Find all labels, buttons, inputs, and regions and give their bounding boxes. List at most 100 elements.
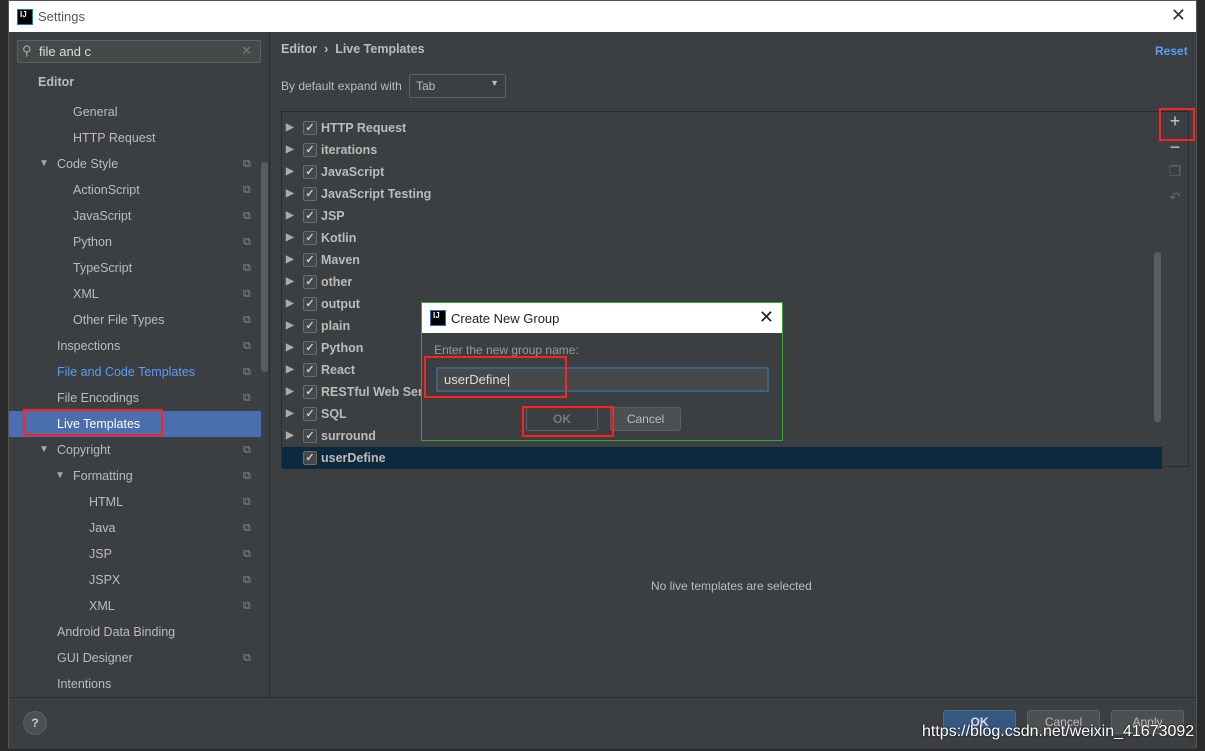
expand-arrow-icon[interactable]: ▼ bbox=[55, 463, 65, 489]
sidebar-item[interactable]: ▼ Code Style ⧉ bbox=[9, 151, 261, 177]
templates-scrollbar[interactable] bbox=[1154, 252, 1161, 422]
template-group-row[interactable]: ▶ ✓ JSP bbox=[282, 205, 1162, 227]
sidebar-item[interactable]: ▼ Formatting ⧉ bbox=[9, 463, 261, 489]
sidebar-item-label: Code Style bbox=[57, 157, 119, 171]
group-checkbox[interactable]: ✓ bbox=[303, 429, 317, 443]
search-input[interactable]: ⚲ file and c ✕ bbox=[17, 40, 261, 63]
group-checkbox[interactable]: ✓ bbox=[303, 143, 317, 157]
project-copy-icon: ⧉ bbox=[243, 522, 251, 534]
template-group-label: plain bbox=[321, 319, 351, 333]
sidebar-item[interactable]: Intentions bbox=[9, 671, 261, 697]
group-checkbox[interactable]: ✓ bbox=[303, 451, 317, 465]
group-checkbox[interactable]: ✓ bbox=[303, 319, 317, 333]
copy-icon[interactable]: ❐ bbox=[1161, 163, 1189, 189]
sidebar-item[interactable]: ▼ Copyright ⧉ bbox=[9, 437, 261, 463]
template-group-row[interactable]: ▶ ✓ other bbox=[282, 271, 1162, 293]
sidebar-item[interactable]: XML ⧉ bbox=[9, 593, 261, 619]
sidebar-item-label: Android Data Binding bbox=[57, 625, 176, 639]
expand-arrow-icon[interactable]: ▶ bbox=[286, 227, 294, 249]
template-group-row[interactable]: ▶ ✓ HTTP Request bbox=[282, 117, 1162, 139]
sidebar-item[interactable]: File Encodings ⧉ bbox=[9, 385, 261, 411]
dialog-ok-button[interactable]: OK bbox=[526, 407, 598, 431]
group-checkbox[interactable]: ✓ bbox=[303, 165, 317, 179]
breadcrumb-parent[interactable]: Editor bbox=[281, 42, 317, 56]
template-group-label: surround bbox=[321, 429, 376, 443]
expand-arrow-icon[interactable]: ▼ bbox=[39, 151, 49, 177]
group-checkbox[interactable]: ✓ bbox=[303, 407, 317, 421]
project-copy-icon: ⧉ bbox=[243, 548, 251, 560]
sidebar-item[interactable]: Other File Types ⧉ bbox=[9, 307, 261, 333]
group-checkbox[interactable]: ✓ bbox=[303, 341, 317, 355]
expand-arrow-icon[interactable]: ▶ bbox=[286, 271, 294, 293]
expand-arrow-icon[interactable]: ▶ bbox=[286, 425, 294, 447]
project-copy-icon: ⧉ bbox=[243, 314, 251, 326]
sidebar-item[interactable]: HTML ⧉ bbox=[9, 489, 261, 515]
sidebar-item[interactable]: ActionScript ⧉ bbox=[9, 177, 261, 203]
sidebar-item[interactable]: File and Code Templates ⧉ bbox=[9, 359, 261, 385]
expand-arrow-icon[interactable]: ▶ bbox=[286, 293, 294, 315]
group-checkbox[interactable]: ✓ bbox=[303, 121, 317, 135]
group-name-input[interactable]: userDefine| bbox=[436, 367, 769, 392]
sidebar-item[interactable]: Editor bbox=[9, 69, 261, 95]
sidebar-item[interactable]: Python ⧉ bbox=[9, 229, 261, 255]
group-checkbox[interactable]: ✓ bbox=[303, 297, 317, 311]
revert-icon[interactable]: ↶ bbox=[1161, 189, 1189, 215]
group-name-label: Enter the new group name: bbox=[434, 343, 579, 357]
sidebar-item[interactable]: Inspections ⧉ bbox=[9, 333, 261, 359]
sidebar-item[interactable]: General bbox=[9, 99, 261, 125]
expand-arrow-icon[interactable]: ▶ bbox=[286, 205, 294, 227]
group-checkbox[interactable]: ✓ bbox=[303, 209, 317, 223]
template-group-label: JSP bbox=[321, 209, 345, 223]
sidebar-item[interactable]: JavaScript ⧉ bbox=[9, 203, 261, 229]
expand-arrow-icon[interactable]: ▶ bbox=[286, 249, 294, 271]
expand-arrow-icon[interactable]: ▶ bbox=[286, 403, 294, 425]
expand-arrow-icon[interactable]: ▶ bbox=[286, 381, 294, 403]
help-button[interactable]: ? bbox=[23, 711, 47, 735]
group-checkbox[interactable]: ✓ bbox=[303, 187, 317, 201]
template-group-row[interactable]: ▶ ✓ Kotlin bbox=[282, 227, 1162, 249]
group-checkbox[interactable]: ✓ bbox=[303, 363, 317, 377]
search-icon: ⚲ bbox=[22, 43, 32, 58]
group-checkbox[interactable]: ✓ bbox=[303, 275, 317, 289]
expand-arrow-icon[interactable]: ▶ bbox=[286, 315, 294, 337]
sidebar-item[interactable]: JSPX ⧉ bbox=[9, 567, 261, 593]
group-checkbox[interactable]: ✓ bbox=[303, 231, 317, 245]
clear-search-icon[interactable]: ✕ bbox=[241, 43, 252, 59]
close-icon[interactable]: ✕ bbox=[1171, 5, 1186, 26]
expand-arrow-icon[interactable]: ▶ bbox=[286, 359, 294, 381]
sidebar-scrollbar[interactable] bbox=[261, 162, 268, 372]
template-group-row[interactable]: ▶ ✓ JavaScript bbox=[282, 161, 1162, 183]
expand-arrow-icon[interactable]: ▼ bbox=[39, 437, 49, 463]
template-group-label: userDefine bbox=[321, 451, 386, 465]
expand-with-value: Tab bbox=[416, 79, 436, 93]
sidebar-item[interactable]: JSP ⧉ bbox=[9, 541, 261, 567]
dialog-cancel-button[interactable]: Cancel bbox=[610, 407, 681, 431]
expand-with-select[interactable]: Tab ▼ bbox=[409, 74, 506, 98]
group-checkbox[interactable]: ✓ bbox=[303, 385, 317, 399]
sidebar-item-label: HTTP Request bbox=[73, 131, 156, 145]
expand-arrow-icon[interactable]: ▶ bbox=[286, 161, 294, 183]
sidebar-item[interactable]: TypeScript ⧉ bbox=[9, 255, 261, 281]
sidebar-item[interactable]: Java ⧉ bbox=[9, 515, 261, 541]
template-group-row[interactable]: ✓ userDefine bbox=[282, 447, 1162, 469]
sidebar-item[interactable]: XML ⧉ bbox=[9, 281, 261, 307]
expand-arrow-icon[interactable]: ▶ bbox=[286, 117, 294, 139]
project-copy-icon: ⧉ bbox=[243, 210, 251, 222]
remove-icon[interactable]: − bbox=[1161, 137, 1189, 163]
expand-arrow-icon[interactable]: ▶ bbox=[286, 139, 294, 161]
reset-link[interactable]: Reset bbox=[1155, 44, 1188, 58]
group-checkbox[interactable]: ✓ bbox=[303, 253, 317, 267]
template-group-row[interactable]: ▶ ✓ Maven bbox=[282, 249, 1162, 271]
project-copy-icon: ⧉ bbox=[243, 470, 251, 482]
expand-arrow-icon[interactable]: ▶ bbox=[286, 337, 294, 359]
template-group-row[interactable]: ▶ ✓ JavaScript Testing bbox=[282, 183, 1162, 205]
sidebar-item[interactable]: GUI Designer ⧉ bbox=[9, 645, 261, 671]
add-icon[interactable]: + bbox=[1161, 111, 1189, 137]
sidebar-item[interactable]: HTTP Request bbox=[9, 125, 261, 151]
close-icon[interactable]: ✕ bbox=[759, 307, 774, 328]
sidebar-item-label: XML bbox=[89, 599, 115, 613]
sidebar-item[interactable]: Live Templates bbox=[9, 411, 261, 437]
expand-arrow-icon[interactable]: ▶ bbox=[286, 183, 294, 205]
template-group-row[interactable]: ▶ ✓ iterations bbox=[282, 139, 1162, 161]
sidebar-item[interactable]: Android Data Binding bbox=[9, 619, 261, 645]
